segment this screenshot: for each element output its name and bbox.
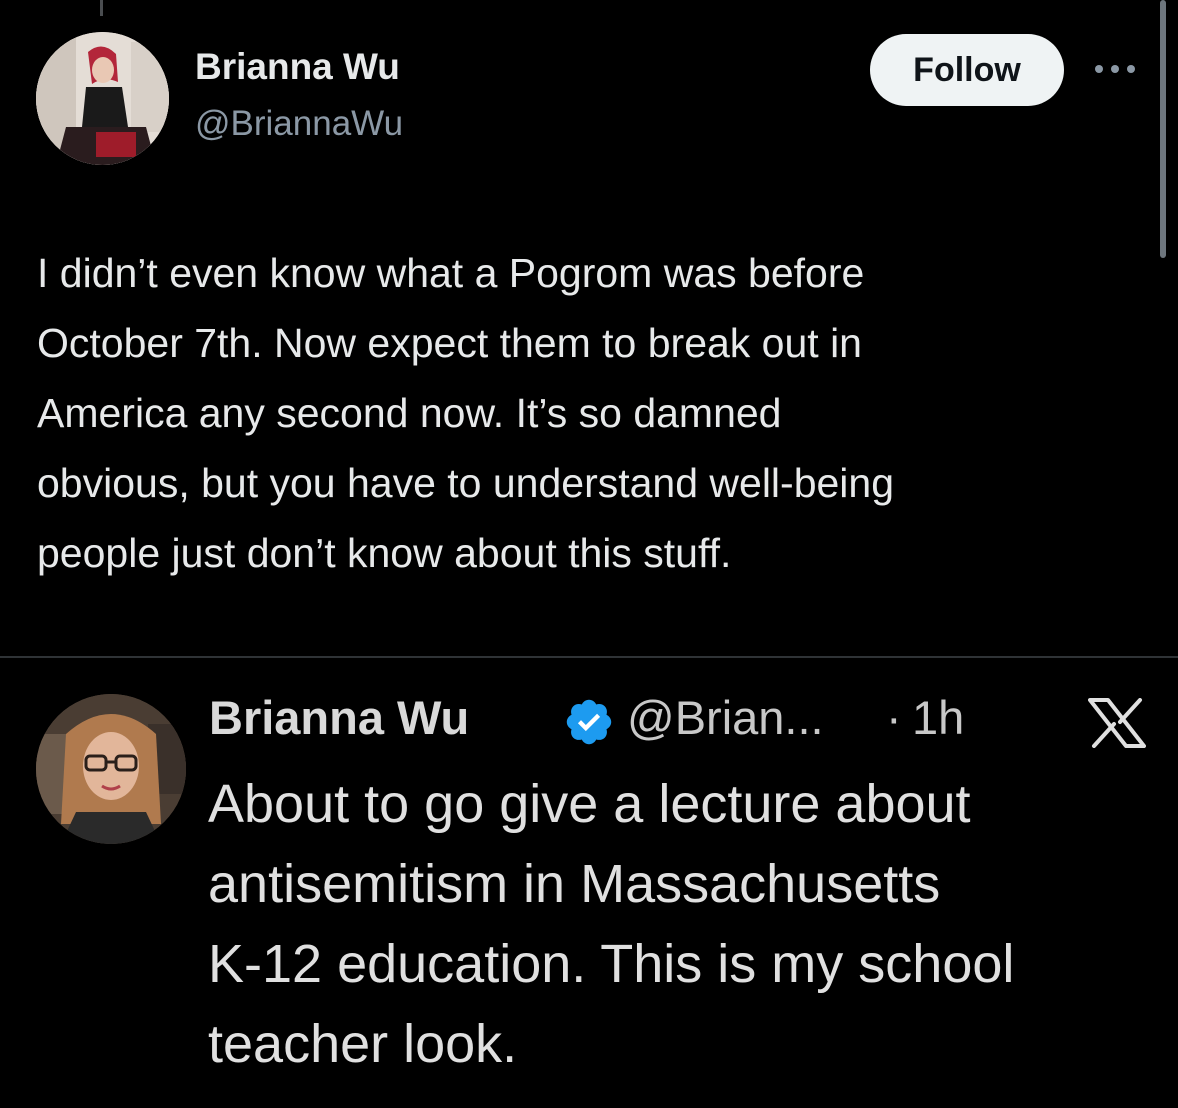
display-name[interactable]: Brianna Wu bbox=[195, 46, 400, 88]
more-dots-icon bbox=[1095, 65, 1135, 73]
quoted-avatar-photo bbox=[36, 694, 186, 844]
quoted-display-name[interactable]: Brianna Wu bbox=[209, 690, 469, 745]
quoted-avatar[interactable] bbox=[36, 694, 186, 844]
more-options-button[interactable] bbox=[1090, 52, 1140, 86]
divider bbox=[0, 656, 1178, 658]
separator-dot: · bbox=[886, 691, 902, 744]
tweet: Brianna Wu @BriannaWu Follow I didn’t ev… bbox=[0, 0, 1178, 656]
follow-button[interactable]: Follow bbox=[870, 34, 1064, 106]
x-logo-icon bbox=[1088, 698, 1146, 748]
timestamp[interactable]: 1h bbox=[912, 690, 964, 745]
user-handle[interactable]: @BriannaWu bbox=[195, 104, 403, 144]
avatar-photo bbox=[36, 32, 169, 165]
verified-badge-icon bbox=[566, 699, 612, 745]
avatar[interactable] bbox=[36, 32, 169, 165]
quoted-user-handle[interactable]: @Brian... bbox=[627, 690, 824, 745]
quoted-tweet-text: About to go give a lecture about antisem… bbox=[208, 774, 1015, 1074]
tweet-text: I didn’t even know what a Pogrom was bef… bbox=[37, 250, 895, 576]
